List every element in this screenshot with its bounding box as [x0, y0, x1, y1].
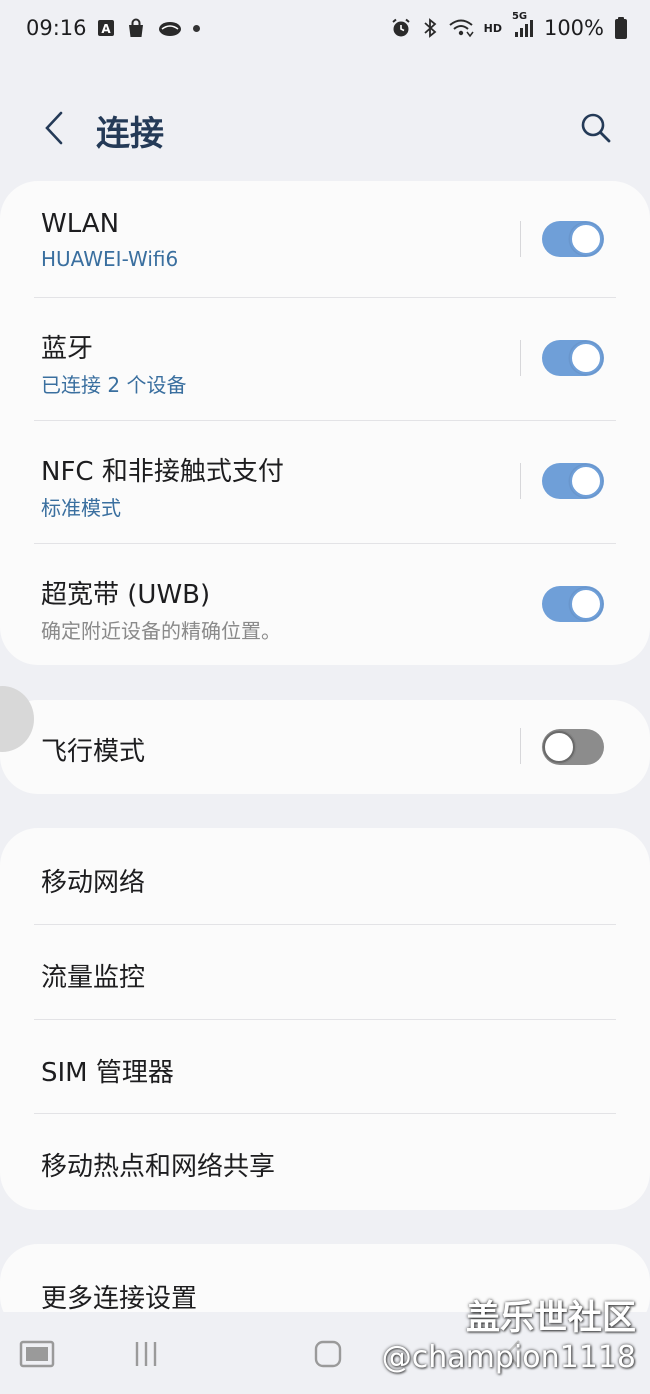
toggle-knob [570, 465, 602, 497]
home-icon [314, 1340, 342, 1368]
nfc-toggle[interactable] [542, 463, 604, 499]
toggle-knob [543, 731, 575, 763]
airplane-row[interactable]: 飞行模式 [0, 700, 650, 794]
airplane-card: 飞行模式 [0, 700, 650, 794]
dot-icon [192, 24, 200, 32]
battery-icon [614, 16, 628, 40]
mobile-network-title: 移动网络 [41, 868, 146, 898]
search-icon [581, 113, 611, 143]
recents-icon [135, 1342, 157, 1366]
bluetooth-title: 蓝牙 [41, 334, 94, 364]
data-usage-title: 流量监控 [41, 963, 146, 993]
hotspot-title: 移动热点和网络共享 [41, 1152, 276, 1182]
svg-text:A: A [101, 22, 111, 36]
keyboard-icon [19, 1340, 55, 1368]
shopping-bag-icon [125, 17, 147, 39]
row-separator [520, 221, 521, 257]
keyboard-button[interactable] [18, 1334, 56, 1374]
wlan-row[interactable]: WLAN HUAWEI-Wifi6 [0, 181, 650, 298]
toggle-knob [570, 342, 602, 374]
recents-button[interactable] [126, 1334, 166, 1374]
row-separator [520, 340, 521, 376]
row-separator [520, 728, 521, 764]
status-left: 09:16 A [26, 16, 200, 40]
search-button[interactable] [576, 108, 616, 148]
uwb-toggle[interactable] [542, 586, 604, 622]
signal-icon: 5G [512, 11, 534, 39]
network-card: 移动网络 流量监控 SIM 管理器 移动热点和网络共享 [0, 828, 650, 1210]
toggle-knob [570, 223, 602, 255]
alarm-icon [390, 17, 412, 39]
uwb-subtitle: 确定附近设备的精确位置。 [41, 619, 281, 643]
wlan-subtitle: HUAWEI-Wifi6 [41, 247, 179, 271]
nfc-title: NFC 和非接触式支付 [41, 457, 284, 487]
chevron-left-icon [45, 111, 63, 145]
status-bar: 09:16 A HD 5G 100% [0, 0, 650, 56]
hd-label: HD [483, 21, 502, 35]
wireless-card: WLAN HUAWEI-Wifi6 蓝牙 已连接 2 个设备 NFC 和非接触式… [0, 181, 650, 665]
uwb-title: 超宽带 (UWB) [41, 580, 211, 610]
cloud-icon [157, 18, 183, 38]
font-icon: A [97, 19, 115, 37]
status-right: HD 5G 100% [390, 11, 628, 40]
watermark-title: 盖乐世社区 [466, 1298, 636, 1338]
status-time: 09:16 [26, 16, 87, 40]
uwb-row[interactable]: 超宽带 (UWB) 确定附近设备的精确位置。 [0, 544, 650, 665]
home-button[interactable] [308, 1334, 348, 1374]
settings-connections-screen: 09:16 A HD 5G 100% 连接 WLAN HUAWEI-Wifi6 … [0, 0, 650, 1394]
network-type-label: 5G [511, 11, 528, 22]
hotspot-row[interactable]: 移动热点和网络共享 [0, 1114, 650, 1210]
wlan-toggle[interactable] [542, 221, 604, 257]
airplane-title: 飞行模式 [41, 737, 146, 767]
mobile-network-row[interactable]: 移动网络 [0, 828, 650, 925]
bluetooth-row[interactable]: 蓝牙 已连接 2 个设备 [0, 298, 650, 421]
nfc-row[interactable]: NFC 和非接触式支付 标准模式 [0, 421, 650, 544]
battery-percent: 100% [543, 16, 604, 40]
airplane-toggle[interactable] [542, 729, 604, 765]
row-separator [520, 463, 521, 499]
more-settings-title: 更多连接设置 [41, 1284, 198, 1314]
data-usage-row[interactable]: 流量监控 [0, 925, 650, 1020]
app-header: 连接 [0, 96, 650, 160]
wlan-title: WLAN [41, 209, 120, 239]
back-button[interactable] [36, 108, 72, 148]
bluetooth-icon [422, 17, 438, 39]
sim-manager-title: SIM 管理器 [41, 1058, 174, 1088]
watermark-handle: @champion1118 [381, 1340, 636, 1375]
bluetooth-subtitle: 已连接 2 个设备 [41, 373, 187, 397]
sim-manager-row[interactable]: SIM 管理器 [0, 1020, 650, 1114]
wifi-icon [448, 17, 474, 39]
toggle-knob [570, 588, 602, 620]
nfc-subtitle: 标准模式 [41, 496, 121, 520]
bluetooth-toggle[interactable] [542, 340, 604, 376]
page-title: 连接 [96, 114, 164, 154]
